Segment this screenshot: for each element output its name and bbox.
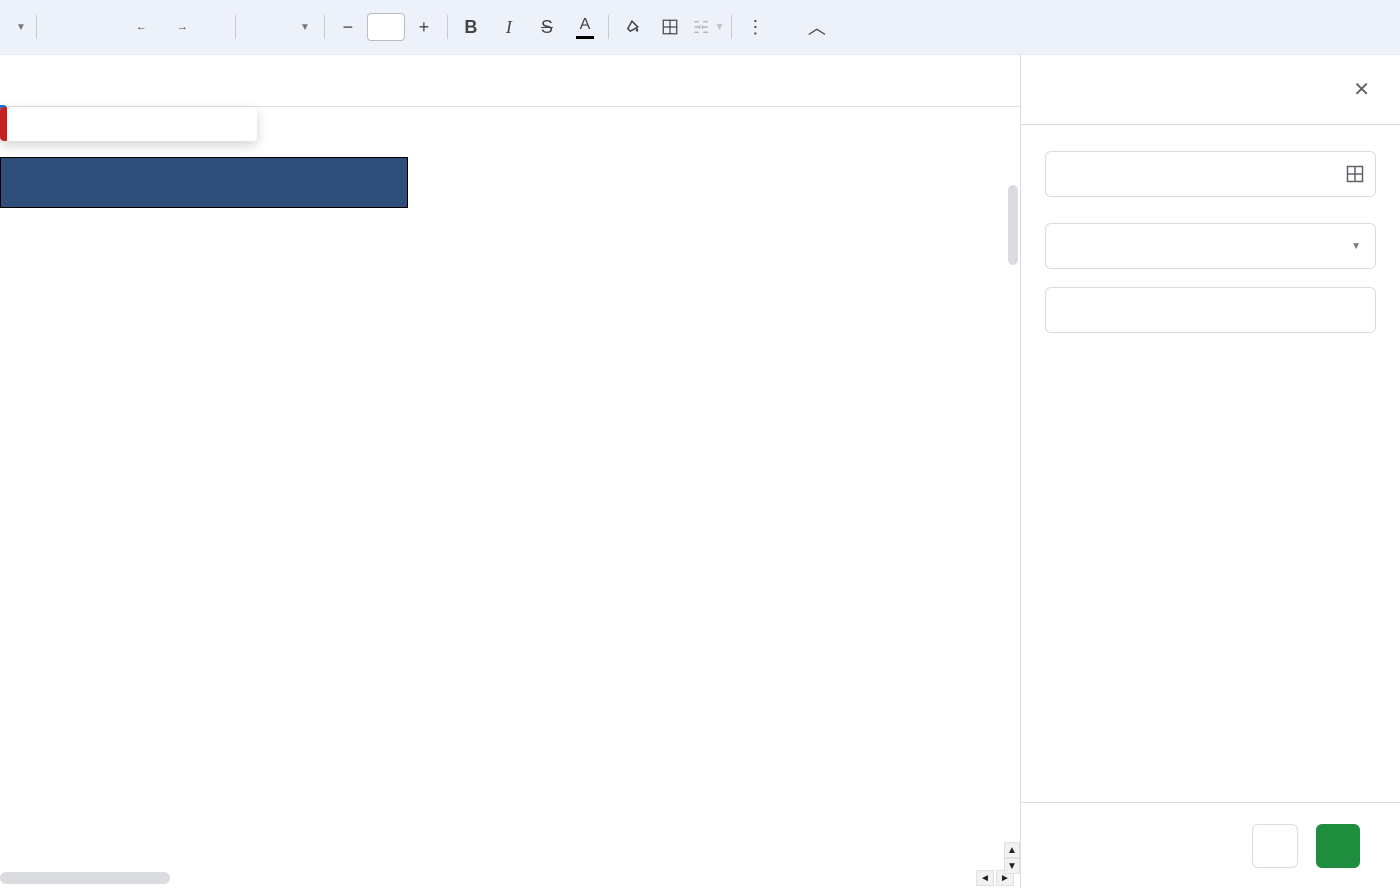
font-family-select[interactable]: ▼ (240, 9, 320, 45)
dropdown-icon: ▼ (300, 22, 310, 33)
merge-icon (691, 18, 711, 36)
select-range-button[interactable] (1345, 164, 1365, 184)
more-number-formats-button[interactable] (193, 9, 231, 45)
grid-icon (661, 18, 679, 36)
form-header (1, 158, 408, 208)
grid-select-icon (1345, 164, 1365, 184)
decrease-font-size-button[interactable]: − (329, 9, 367, 45)
separator (324, 15, 325, 39)
horizontal-scrollbar[interactable] (0, 872, 170, 884)
paint-bucket-icon (622, 17, 642, 37)
close-sidebar-button[interactable]: ✕ (1347, 71, 1376, 108)
zoom-select[interactable]: ▼ (6, 9, 32, 45)
done-button[interactable] (1316, 824, 1360, 868)
scroll-up-button[interactable]: ▲ (1004, 842, 1020, 858)
data-validation-sidebar: ✕ ▼ (1020, 55, 1400, 888)
separator (608, 15, 609, 39)
criteria-select[interactable]: ▼ (1045, 223, 1376, 269)
merge-cells-button[interactable]: ▼ (689, 9, 727, 45)
dropdown-icon: ▼ (16, 22, 26, 33)
validation-error-callout (0, 107, 257, 141)
increase-font-size-button[interactable]: + (405, 9, 443, 45)
column-headers (0, 80, 1020, 107)
more-toolbar-button[interactable]: ⋮ (736, 9, 774, 45)
vertical-scrollbar[interactable] (1008, 185, 1018, 265)
more-vertical-icon: ⋮ (746, 17, 763, 38)
grid[interactable] (0, 107, 1020, 707)
separator (447, 15, 448, 39)
separator (731, 15, 732, 39)
format-currency-button[interactable] (41, 9, 79, 45)
close-icon: ✕ (1353, 79, 1370, 101)
bold-button[interactable]: B (452, 9, 490, 45)
toolbar: ▼ ← → ▼ − + B I S (0, 0, 1400, 55)
advanced-options-toggle[interactable] (1045, 333, 1376, 369)
increase-decimals-button[interactable]: → (155, 9, 193, 45)
criteria-parameter-input[interactable] (1045, 287, 1376, 333)
font-size-input[interactable] (367, 9, 405, 45)
chevron-up-icon: ︿ (808, 14, 826, 40)
dropdown-icon: ▼ (1351, 241, 1361, 252)
order-form-table (0, 157, 408, 208)
remove-rule-button[interactable] (1252, 824, 1298, 868)
italic-button[interactable]: I (490, 9, 528, 45)
separator (235, 15, 236, 39)
text-color-button[interactable]: A (566, 9, 604, 45)
format-percent-button[interactable] (79, 9, 117, 45)
callout-accent-bar (0, 107, 7, 141)
apply-to-range-input[interactable] (1045, 151, 1376, 197)
separator (36, 15, 37, 39)
scroll-down-button[interactable]: ▼ (1004, 858, 1020, 874)
vertical-scroll-arrows: ▲ ▼ (1004, 842, 1020, 874)
strikethrough-button[interactable]: S (528, 9, 566, 45)
dropdown-icon: ▼ (714, 22, 724, 33)
sheet-area[interactable]: ◄ ► ▲ ▼ (0, 55, 1020, 888)
fill-color-button[interactable] (613, 9, 651, 45)
collapse-toolbar-button[interactable]: ︿ (798, 9, 836, 45)
decrease-decimals-button[interactable]: ← (117, 9, 155, 45)
sheet-scroll-left-button[interactable]: ◄ (976, 870, 994, 886)
borders-button[interactable] (651, 9, 689, 45)
